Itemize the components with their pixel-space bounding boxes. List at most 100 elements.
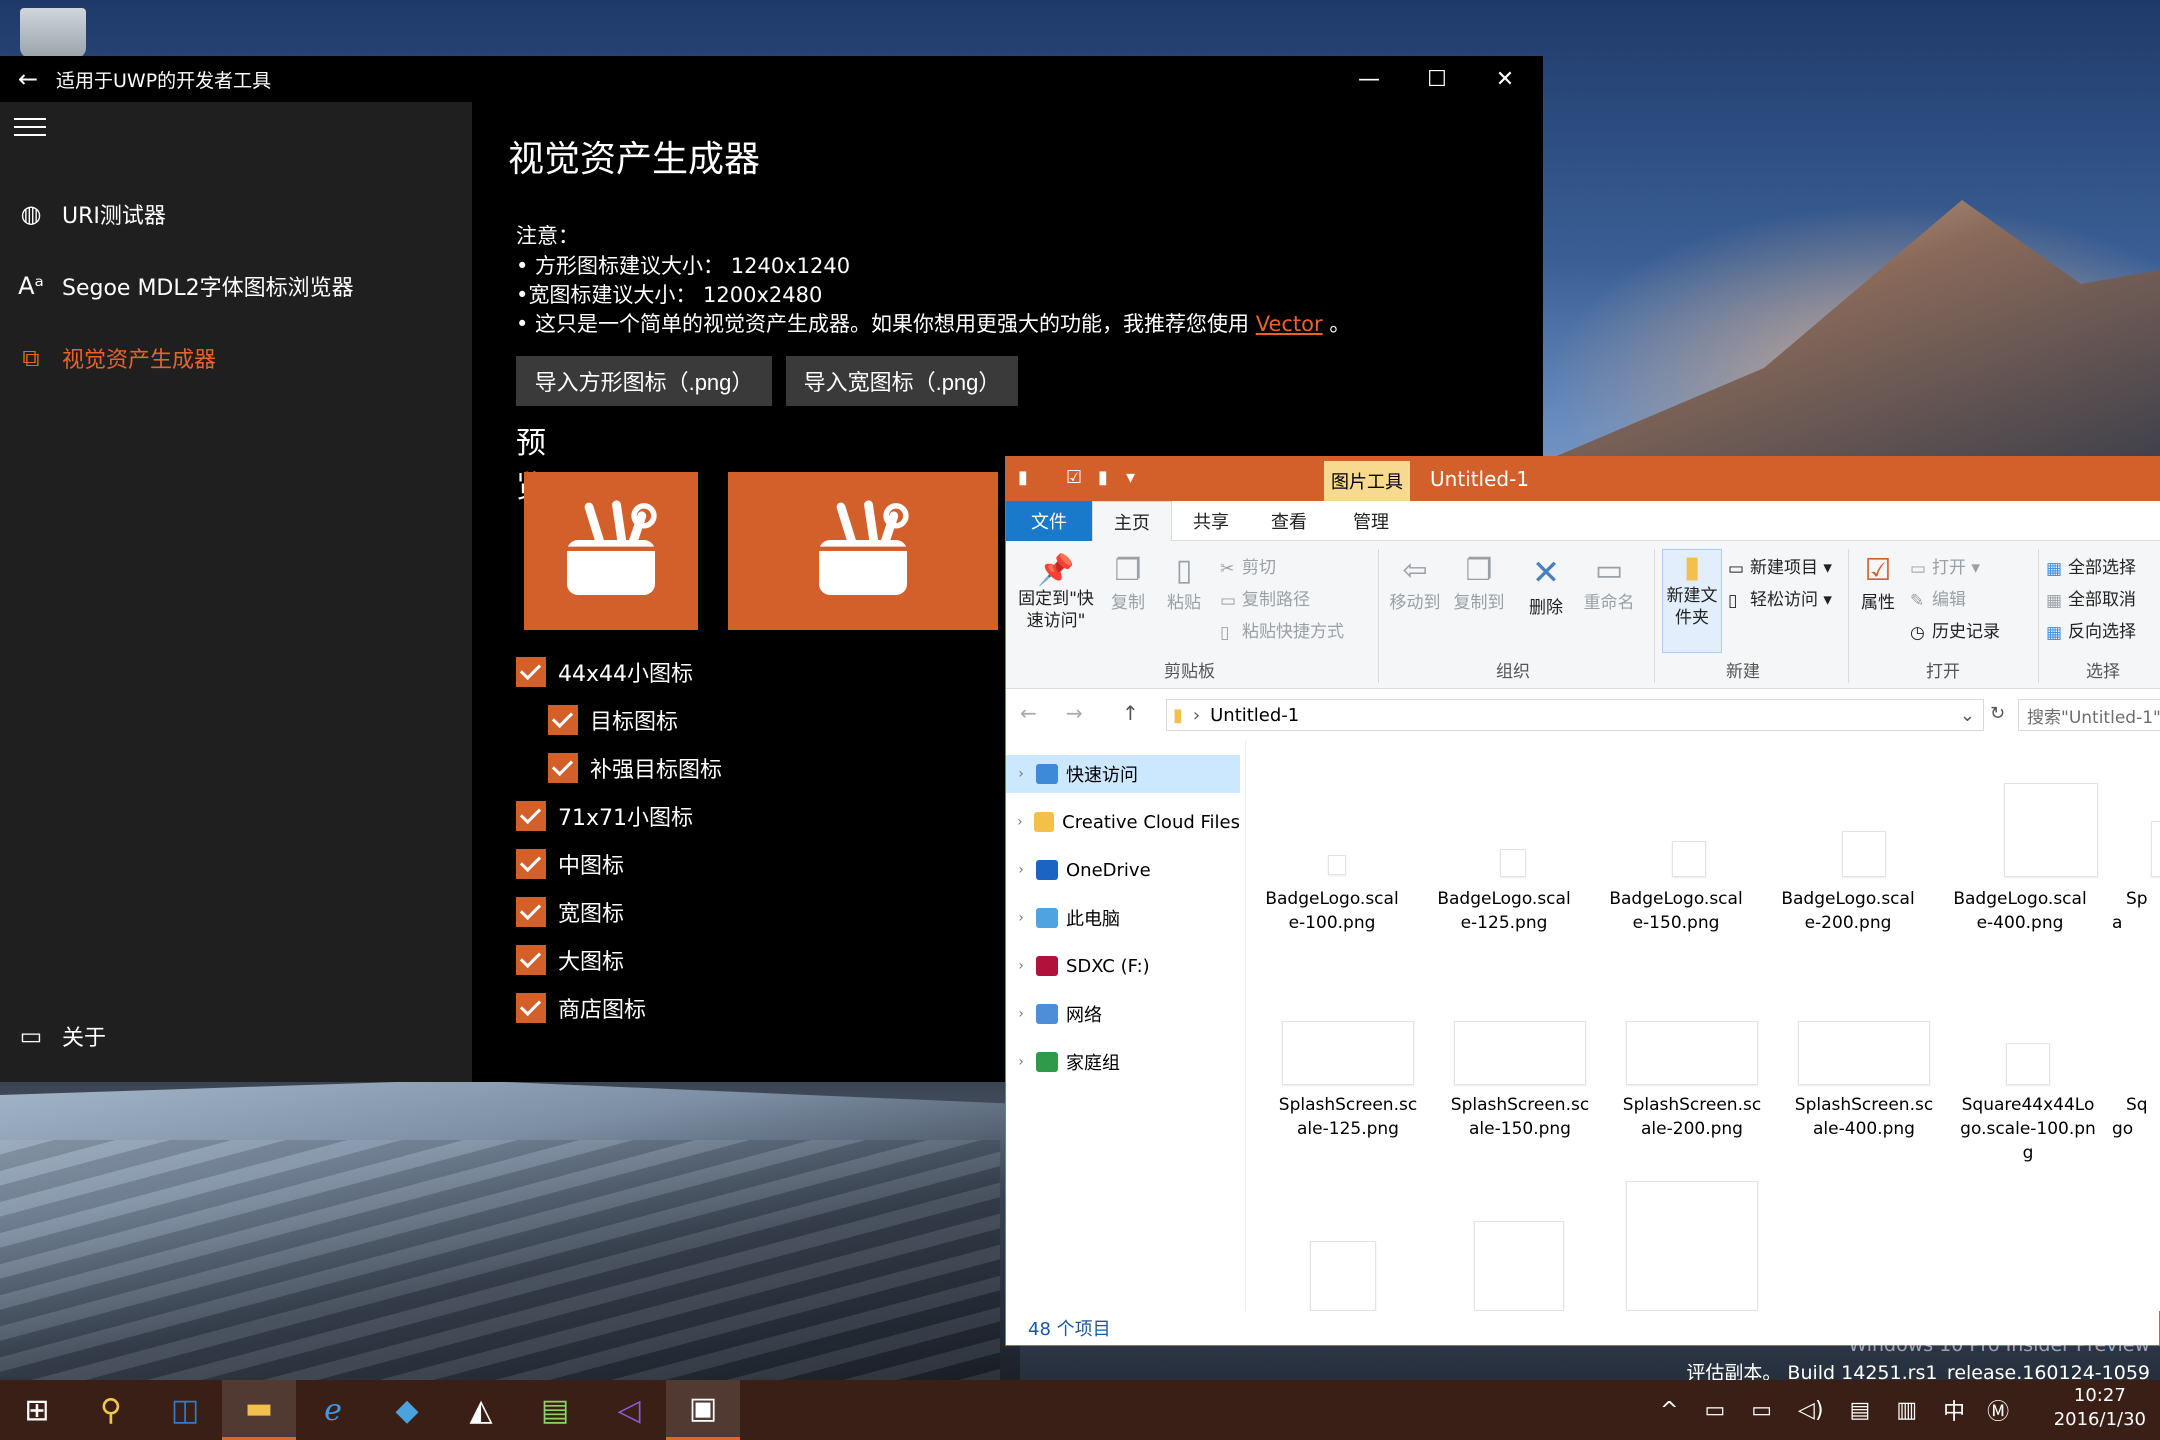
chevron-down-icon[interactable]: ⌄	[1960, 705, 1975, 726]
checkbox-wide[interactable]: 宽图标	[516, 896, 624, 928]
copy-path-button[interactable]: ▭ 复制路径	[1220, 585, 1310, 611]
paste-shortcut-button[interactable]: ▯ 粘贴快捷方式	[1220, 617, 1344, 643]
edge-icon[interactable]: ℯ	[296, 1380, 370, 1440]
tree-item-onedrive[interactable]: › OneDrive	[1006, 851, 1240, 889]
history-button[interactable]: ◷ 历史记录	[1910, 617, 2000, 643]
start-icon[interactable]: ⊞	[0, 1380, 74, 1440]
network-tray-icon[interactable]: ▭	[1751, 1398, 1772, 1423]
folder-qat-icon[interactable]: ▮	[1018, 467, 1028, 488]
import-square-button[interactable]: 导入方形图标（.png）	[516, 356, 772, 406]
tab-file[interactable]: 文件	[1006, 501, 1092, 541]
clapper-app-icon[interactable]: ▣	[666, 1380, 740, 1440]
select-all-button[interactable]: ▦ 全部选择	[2046, 553, 2136, 579]
file-item[interactable]: Sq go	[2112, 1093, 2160, 1141]
fox-app-icon[interactable]: ◭	[444, 1380, 518, 1440]
vector-link[interactable]: Vector	[1256, 312, 1323, 336]
properties-button[interactable]: ☑ 属性	[1856, 553, 1900, 613]
tree-item-quick-access[interactable]: › 快速访问	[1006, 755, 1240, 793]
rename-button[interactable]: ▭ 重命名	[1578, 553, 1640, 613]
close-button[interactable]: ✕	[1471, 56, 1539, 102]
file-item[interactable]: Sp a	[2112, 887, 2160, 935]
volume-icon[interactable]: ◁)	[1798, 1398, 1824, 1423]
address-box[interactable]: ▮ › Untitled-1 ⌄	[1166, 699, 1984, 731]
recycle-bin-icon[interactable]	[20, 8, 86, 58]
file-item[interactable]: BadgeLogo.scal e-200.png	[1768, 887, 1928, 935]
back-arrow-icon[interactable]: ←	[1020, 701, 1037, 725]
checkbox-44x44[interactable]: 44x44小图标	[516, 656, 693, 688]
tree-item-this-pc[interactable]: › 此电脑	[1006, 899, 1240, 937]
qat-dropdown-icon[interactable]: ▾	[1126, 467, 1135, 488]
ime-indicator[interactable]: 中	[1943, 1394, 1965, 1426]
checkbox-store[interactable]: 商店图标	[516, 992, 646, 1024]
clock[interactable]: 10:27 2016/1/30	[2054, 1384, 2146, 1432]
file-item[interactable]: BadgeLogo.scal e-100.png	[1252, 887, 1412, 935]
cut-button[interactable]: ✂ 剪切	[1220, 553, 1276, 579]
nav-item-asset-generator[interactable]: ⧉ 视觉资产生成器	[0, 330, 472, 386]
tab-view[interactable]: 查看	[1250, 501, 1328, 541]
bird-app-icon[interactable]: ◆	[370, 1380, 444, 1440]
up-arrow-icon[interactable]: ↑	[1122, 701, 1139, 725]
paste-button[interactable]: ▯ 粘贴	[1162, 553, 1206, 613]
checkbox-unplated-target[interactable]: 补强目标图标	[548, 752, 722, 784]
outlook-icon[interactable]: ◫	[148, 1380, 222, 1440]
forward-arrow-icon[interactable]: →	[1066, 701, 1083, 725]
chevron-up-icon[interactable]: ^	[1660, 1398, 1678, 1423]
new-item-button[interactable]: ▭ 新建项目 ▾	[1728, 553, 1832, 579]
keyboard-app-icon[interactable]: ▤	[518, 1380, 592, 1440]
back-icon[interactable]: ←	[0, 65, 56, 93]
checkbox-checked-icon	[516, 993, 546, 1023]
edit-button[interactable]: ✎ 编辑	[1910, 585, 1966, 611]
select-none-button[interactable]: ▦ 全部取消	[2046, 585, 2136, 611]
file-item[interactable]: SplashScreen.sc ale-400.png	[1784, 1093, 1944, 1141]
action-center-icon[interactable]: ▤	[1850, 1398, 1871, 1423]
checkbox-target[interactable]: 目标图标	[548, 704, 678, 736]
file-item[interactable]: BadgeLogo.scal e-400.png	[1940, 887, 2100, 935]
search-icon[interactable]: ⚲	[74, 1380, 148, 1440]
input-mode-icon[interactable]: Ⓜ	[1987, 1394, 2009, 1426]
file-item[interactable]: BadgeLogo.scal e-125.png	[1424, 887, 1584, 935]
tab-share[interactable]: 共享	[1172, 501, 1250, 541]
nav-item-uri-tester[interactable]: ◍ URI测试器	[0, 186, 472, 242]
new-folder-qat-icon[interactable]: ▮	[1098, 467, 1108, 488]
touch-keyboard-icon[interactable]: ▥	[1896, 1398, 1917, 1423]
hamburger-menu-icon[interactable]	[14, 118, 46, 140]
import-wide-button[interactable]: 导入宽图标（.png）	[786, 356, 1018, 406]
tab-home[interactable]: 主页	[1092, 501, 1172, 541]
tree-item-network[interactable]: › 网络	[1006, 995, 1240, 1033]
file-item[interactable]: SplashScreen.sc ale-150.png	[1440, 1093, 1600, 1141]
tree-item-homegroup[interactable]: › 家庭组	[1006, 1043, 1240, 1081]
battery-icon[interactable]: ▭	[1704, 1398, 1725, 1423]
checkbox-71x71[interactable]: 71x71小图标	[516, 800, 693, 832]
tab-manage[interactable]: 管理	[1328, 501, 1414, 541]
pin-quick-access-button[interactable]: 📌 固定到"快速访问"	[1014, 553, 1098, 632]
maximize-button[interactable]: ☐	[1403, 56, 1471, 102]
tree-item-sdxc[interactable]: › SDXC (F:)	[1006, 947, 1240, 985]
checkbox-large[interactable]: 大图标	[516, 944, 624, 976]
search-input[interactable]: 搜索"Untitled-1"	[2018, 699, 2160, 731]
file-item[interactable]: SplashScreen.sc ale-125.png	[1268, 1093, 1428, 1141]
picture-tools-context-tab[interactable]: 图片工具	[1324, 461, 1410, 501]
file-item[interactable]: BadgeLogo.scal e-150.png	[1596, 887, 1756, 935]
refresh-icon[interactable]: ↻	[1990, 703, 2005, 724]
minimize-button[interactable]: —	[1335, 56, 1403, 102]
easy-access-button[interactable]: ▯ 轻松访问 ▾	[1728, 585, 1832, 611]
file-explorer-icon[interactable]: ▬	[222, 1380, 296, 1440]
move-to-button[interactable]: ⇦ 移动到	[1386, 553, 1444, 613]
properties-qat-icon[interactable]: ☑	[1066, 467, 1082, 488]
nav-item-font-browser[interactable]: Aᵃ Segoe MDL2字体图标浏览器	[0, 258, 472, 314]
tree-item-creative-cloud[interactable]: › Creative Cloud Files	[1006, 803, 1240, 841]
checkbox-medium[interactable]: 中图标	[516, 848, 624, 880]
copy-to-button[interactable]: ❐ 复制到	[1450, 553, 1508, 613]
invert-selection-button[interactable]: ▦ 反向选择	[2046, 617, 2136, 643]
nav-item-about[interactable]: ▭ 关于	[0, 1008, 472, 1064]
new-folder-button[interactable]: ▮ 新建文件夹	[1662, 549, 1722, 653]
file-thumbnail	[1626, 1021, 1758, 1085]
select-none-icon: ▦	[2046, 591, 2063, 611]
open-button[interactable]: ▭ 打开 ▾	[1910, 553, 1980, 579]
delete-button[interactable]: ✕ 删除	[1524, 553, 1568, 618]
visual-studio-icon[interactable]: ◁	[592, 1380, 666, 1440]
file-item[interactable]: SplashScreen.sc ale-200.png	[1612, 1093, 1772, 1141]
button-label: 复制到	[1453, 593, 1505, 613]
copy-button[interactable]: ❐ 复制	[1106, 553, 1150, 613]
file-item[interactable]: Square44x44Lo go.scale-100.pn g	[1948, 1093, 2108, 1165]
